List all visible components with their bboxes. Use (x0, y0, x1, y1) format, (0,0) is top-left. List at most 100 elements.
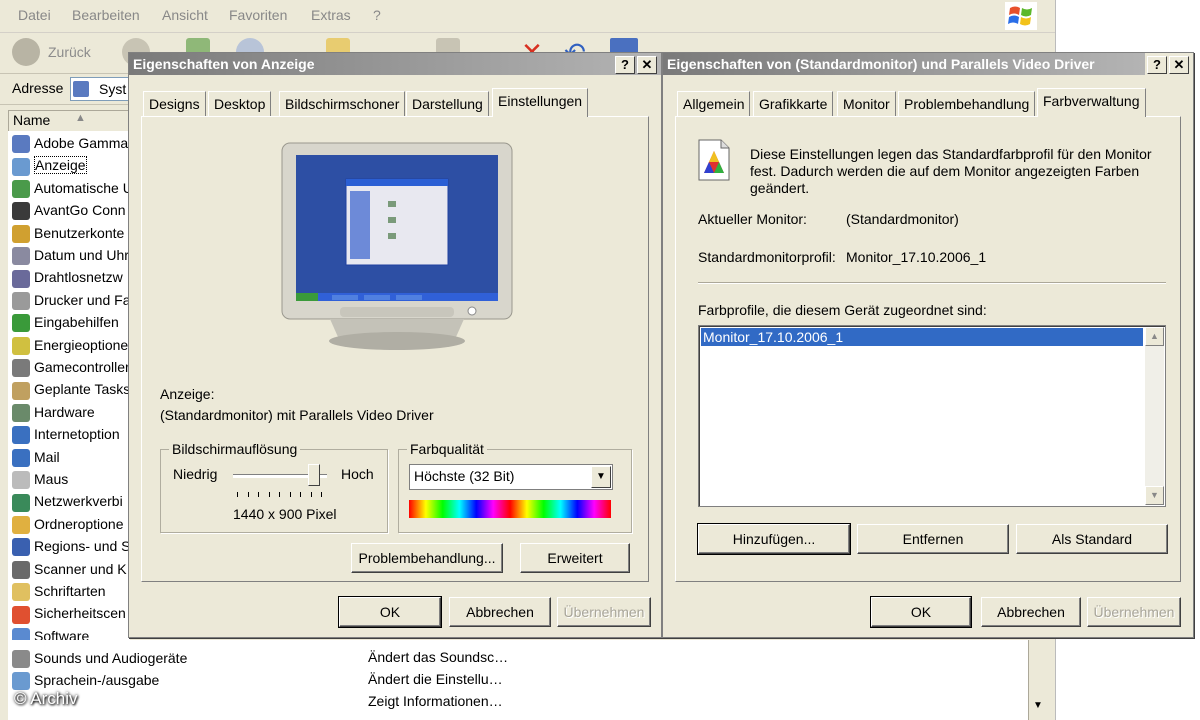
tab-color-management[interactable]: Farbverwaltung (1037, 88, 1146, 117)
ok-button[interactable]: OK (870, 596, 972, 628)
add-button[interactable]: Hinzufügen... (697, 523, 851, 555)
ok-button[interactable]: OK (338, 596, 442, 628)
list-item[interactable]: Sounds und Audiogeräte (12, 647, 352, 669)
scroll-down-icon[interactable]: ▼ (1033, 700, 1043, 711)
list-item[interactable]: Regions- und S (12, 535, 130, 557)
list-item[interactable]: Scanner und K (12, 558, 130, 580)
slider-tick (237, 492, 238, 497)
item-icon (12, 381, 30, 400)
menu-tools[interactable]: Extras (311, 7, 351, 23)
item-icon (12, 493, 30, 512)
item-icon (12, 650, 30, 669)
list-item[interactable]: Drucker und Fa (12, 289, 130, 311)
item-label: Drucker und Fa (34, 291, 130, 308)
item-label: Sounds und Audiogeräte (34, 650, 188, 666)
item-label: Mail (34, 448, 60, 465)
item-icon (12, 180, 30, 199)
default-profile-label: Standardmonitorprofil: (698, 249, 836, 265)
menu-file[interactable]: Datei (18, 7, 51, 23)
control-panel-icon (73, 81, 89, 97)
item-label: Regions- und S (34, 538, 130, 555)
back-arrow-icon[interactable] (12, 38, 40, 66)
default-profile-value: Monitor_17.10.2006_1 (846, 249, 987, 265)
tab-general[interactable]: Allgemein (677, 91, 751, 116)
item-list-details: Ändert das Soundsc… Ändert die Einstellu… (8, 640, 1048, 720)
apply-button[interactable]: Übernehmen (557, 597, 651, 627)
tab-designs[interactable]: Designs (143, 91, 206, 116)
info-text: Diese Einstellungen legen das Standardfa… (750, 146, 1152, 196)
advanced-button[interactable]: Erweitert (520, 543, 630, 573)
listbox-scrollbar[interactable]: ▲ ▼ (1145, 327, 1164, 505)
menu-help[interactable]: ? (373, 7, 381, 23)
help-button[interactable]: ? (1147, 56, 1167, 74)
list-item[interactable]: Benutzerkonte (12, 222, 130, 244)
scroll-up-icon[interactable]: ▲ (1145, 327, 1164, 346)
item-label: Schriftarten (34, 583, 106, 599)
list-item[interactable]: Internetoption (12, 423, 130, 445)
list-item[interactable]: Netzwerkverbi (12, 490, 130, 512)
list-item[interactable]: Datum und Uhr (12, 244, 130, 266)
list-item[interactable]: Anzeige (12, 154, 130, 176)
color-quality-value: Höchste (32 Bit) (414, 468, 515, 484)
list-item[interactable]: Hardware (12, 401, 130, 423)
close-button[interactable]: ✕ (637, 56, 657, 74)
list-item[interactable]: Geplante Tasks (12, 378, 130, 400)
current-monitor-value: (Standardmonitor) (846, 211, 959, 227)
profiles-listbox[interactable]: Monitor_17.10.2006_1 ▲ ▼ (698, 325, 1166, 507)
menu-view[interactable]: Ansicht (162, 7, 208, 23)
slider-tick (289, 492, 291, 497)
tab-screensaver[interactable]: Bildschirmschoner (279, 91, 406, 116)
remove-button[interactable]: Entfernen (857, 524, 1009, 554)
menu-favorites[interactable]: Favoriten (229, 7, 287, 23)
troubleshoot-button[interactable]: Problembehandlung... (351, 543, 503, 573)
apply-button[interactable]: Übernehmen (1087, 597, 1181, 627)
color-quality-group: Farbqualität Höchste (32 Bit) ▼ (398, 441, 632, 533)
close-button[interactable]: ✕ (1169, 56, 1189, 74)
back-button-label[interactable]: Zurück (48, 44, 91, 60)
address-input[interactable]: Syst (70, 77, 132, 101)
column-header-label: Name (13, 112, 51, 128)
tab-appearance[interactable]: Darstellung (406, 91, 489, 116)
list-item[interactable]: Drahtlosnetzw (12, 266, 130, 288)
list-item[interactable]: Sprachein-/ausgabe (12, 669, 352, 691)
dialog-title: Eigenschaften von (Standardmonitor) und … (663, 53, 1145, 75)
separator (698, 282, 1166, 284)
list-item[interactable]: Ordneroptione (12, 513, 130, 535)
tab-desktop[interactable]: Desktop (208, 91, 272, 116)
scroll-down-icon[interactable]: ▼ (1145, 486, 1164, 505)
list-item[interactable]: Monitor_17.10.2006_1 (701, 328, 1143, 346)
resolution-group: Bildschirmauflösung Niedrig Hoch 1440 x … (160, 441, 388, 533)
tab-adapter[interactable]: Grafikkarte (753, 91, 834, 116)
item-label: Scanner und K (34, 560, 127, 577)
list-item[interactable]: AvantGo Conn (12, 199, 130, 221)
menu-edit[interactable]: Bearbeiten (72, 7, 140, 23)
list-item[interactable]: Energieoptione (12, 334, 130, 356)
help-button[interactable]: ? (615, 56, 635, 74)
cancel-button[interactable]: Abbrechen (981, 597, 1081, 627)
item-label: Netzwerkverbi (34, 493, 123, 510)
vertical-scrollbar[interactable]: ▼ (1028, 640, 1049, 720)
item-icon (12, 560, 30, 579)
list-item[interactable]: Mail (12, 446, 130, 468)
list-item[interactable]: Sicherheitscen (12, 602, 130, 624)
list-item[interactable]: Maus (12, 468, 130, 490)
list-item[interactable]: Gamecontroller (12, 356, 130, 378)
set-default-button[interactable]: Als Standard (1016, 524, 1168, 554)
list-item[interactable]: Adobe Gamma (12, 132, 130, 154)
list-item[interactable]: Schriftarten (12, 580, 130, 602)
color-quality-select[interactable]: Höchste (32 Bit) ▼ (409, 464, 613, 490)
chevron-down-icon[interactable]: ▼ (591, 466, 611, 488)
tab-troubleshoot[interactable]: Problembehandlung (898, 91, 1036, 116)
resolution-slider-thumb[interactable] (307, 464, 320, 486)
tab-settings[interactable]: Einstellungen (492, 88, 589, 117)
tab-monitor[interactable]: Monitor (837, 91, 896, 116)
cancel-button[interactable]: Abbrechen (449, 597, 551, 627)
list-item[interactable]: Automatische U (12, 177, 130, 199)
item-icon (12, 314, 30, 333)
column-header-name[interactable]: Name ▲ (8, 110, 132, 132)
item-icon (12, 359, 30, 378)
item-description: Ändert das Soundsc… (368, 649, 509, 665)
slider-high-label: Hoch (341, 466, 374, 482)
list-item[interactable]: Eingabehilfen (12, 311, 130, 333)
item-icon (12, 672, 30, 691)
